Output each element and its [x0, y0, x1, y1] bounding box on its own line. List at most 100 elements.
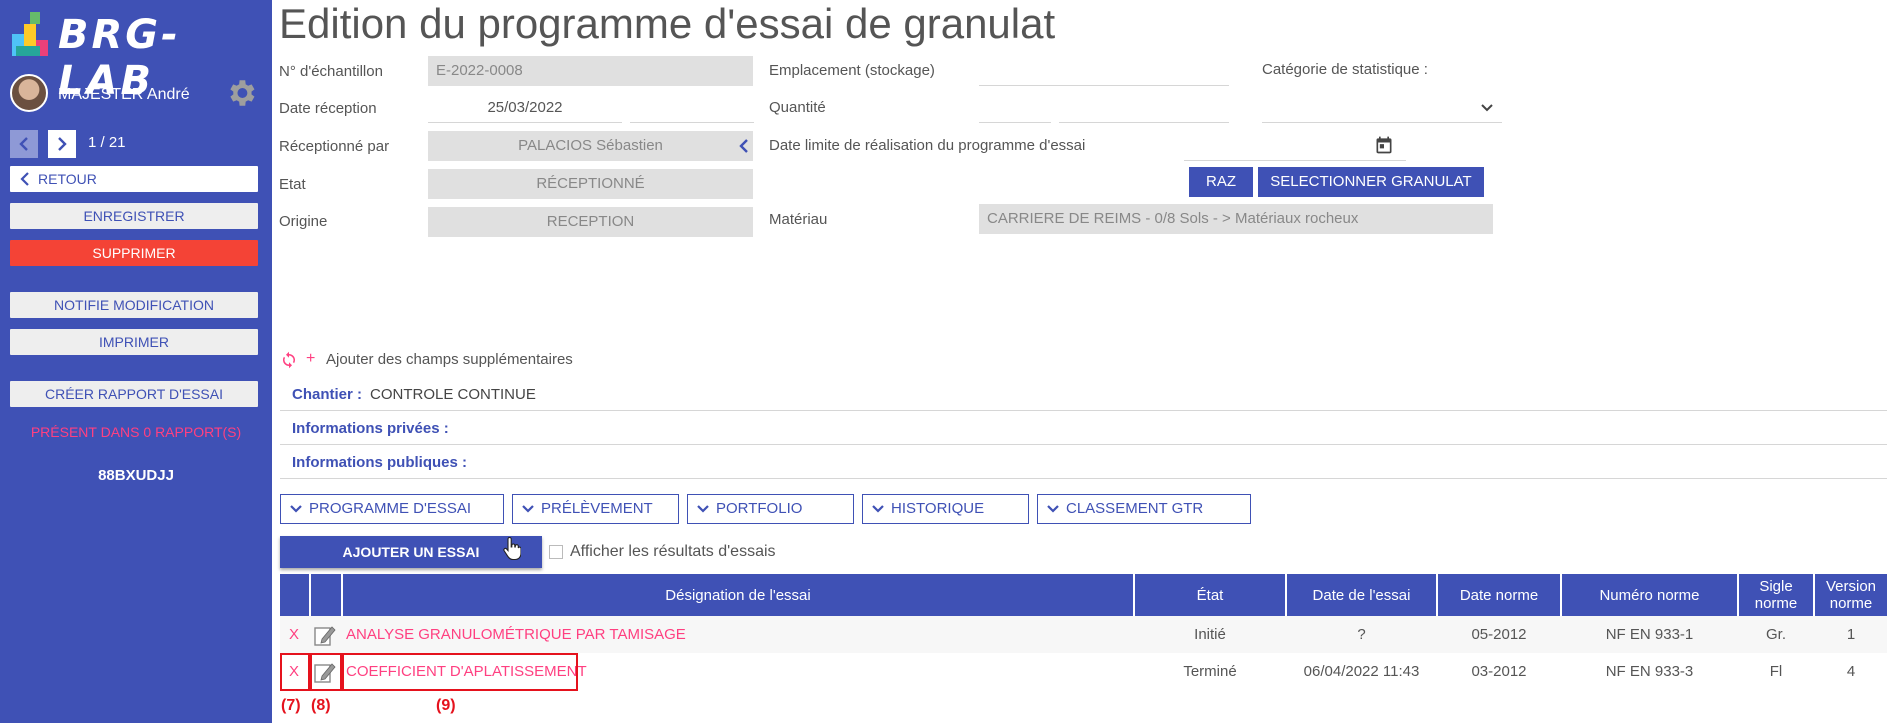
tab-label: PORTFOLIO — [716, 500, 803, 517]
delete-button[interactable]: SUPPRIMER — [10, 240, 258, 266]
chantier-row: Chantier : CONTROLE CONTINUE — [280, 378, 1887, 411]
delete-test-button[interactable]: X — [280, 616, 308, 654]
private-info-row[interactable]: Informations privées : — [280, 412, 1887, 445]
tab-historique[interactable]: HISTORIQUE — [862, 494, 1029, 524]
sample-code: 88BXUDJJ — [98, 467, 174, 484]
plus-icon[interactable]: + — [306, 350, 315, 368]
reset-button[interactable]: RAZ — [1189, 167, 1253, 197]
add-extra-fields-link[interactable]: Ajouter des champs supplémentaires — [326, 351, 573, 368]
tab-portfolio[interactable]: PORTFOLIO — [687, 494, 854, 524]
reception-time-field[interactable] — [630, 93, 754, 123]
show-results-label: Afficher les résultats d'essais — [570, 543, 776, 560]
tab-label: CLASSEMENT GTR — [1066, 500, 1204, 517]
reception-date-label: Date réception — [279, 100, 377, 117]
quantity-unit-field[interactable] — [1059, 93, 1229, 123]
report-presence-text: PRÉSENT DANS 0 RAPPORT(S) — [30, 424, 242, 440]
table-header-norm-date[interactable]: Date norme — [1438, 574, 1560, 616]
private-info-label: Informations privées : — [292, 420, 449, 437]
test-sigle: Gr. — [1765, 626, 1786, 643]
chevron-down-icon — [1047, 505, 1059, 513]
state-label: Etat — [279, 176, 306, 193]
material-field: CARRIERE DE REIMS - 0/8 Sols - > Matéria… — [979, 204, 1493, 234]
test-state: Initié — [1194, 626, 1226, 643]
quantity-field[interactable] — [979, 93, 1051, 123]
test-norm-date: 03-2012 — [1471, 663, 1527, 680]
tab-label: HISTORIQUE — [891, 500, 985, 517]
chevron-right-icon — [58, 137, 67, 151]
received-by-field[interactable]: PALACIOS Sébastien — [428, 131, 753, 161]
create-report-button[interactable]: CRÉER RAPPORT D'ESSAI — [10, 381, 258, 407]
deadline-label: Date limite de réalisation du programme … — [769, 137, 1086, 154]
chevron-down-icon — [522, 505, 534, 513]
refresh-icon[interactable] — [280, 351, 298, 369]
pager-count: 1 / 21 — [88, 134, 126, 151]
public-info-label: Informations publiques : — [292, 454, 467, 471]
quantity-label: Quantité — [769, 99, 826, 116]
chevron-down-icon — [290, 505, 302, 513]
brg-lab-logo-icon — [12, 12, 48, 56]
highlight-box-edit — [310, 653, 342, 691]
test-norm-date: 05-2012 — [1471, 626, 1527, 643]
prev-record-button[interactable] — [10, 130, 38, 158]
sidebar: BRG-LAB MAJESTER André 1 / 21 RETOUR ENR… — [0, 0, 272, 723]
chevron-down-icon — [1481, 104, 1493, 112]
save-button[interactable]: ENREGISTRER — [10, 203, 258, 229]
deadline-date-field[interactable] — [1184, 131, 1406, 161]
table-header-designation[interactable]: Désignation de l'essai — [343, 574, 1133, 616]
table-header-delete — [280, 574, 309, 616]
chantier-label: Chantier : — [292, 386, 363, 403]
tab-programme-essai[interactable]: PROGRAMME D'ESSAI — [280, 494, 504, 524]
test-state: Terminé — [1183, 663, 1237, 680]
page-title: Edition du programme d'essai de granulat — [279, 0, 1056, 47]
test-version: 1 — [1846, 626, 1856, 643]
back-label: RETOUR — [38, 171, 97, 187]
highlight-box-designation — [342, 653, 578, 691]
chevron-left-icon — [20, 172, 29, 186]
stat-category-label: Catégorie de statistique : — [1262, 61, 1428, 78]
table-header-sigle[interactable]: Sigle norme — [1739, 574, 1813, 616]
storage-location-field[interactable] — [979, 56, 1229, 86]
chevron-left-icon — [19, 137, 28, 151]
material-label: Matériau — [769, 211, 828, 228]
annotation-label: (9) — [436, 697, 456, 714]
test-norm-number: NF EN 933-1 — [1605, 626, 1694, 643]
sample-number-label: N° d'échantillon — [279, 63, 383, 80]
state-field: RÉCEPTIONNÉ — [428, 169, 753, 199]
edit-icon[interactable] — [311, 616, 339, 654]
public-info-row[interactable]: Informations publiques : — [280, 446, 1887, 479]
test-version: 4 — [1846, 663, 1856, 680]
table-header-edit — [311, 574, 341, 616]
storage-location-label: Emplacement (stockage) — [769, 62, 935, 79]
tab-label: PRÉLÈVEMENT — [541, 500, 653, 517]
chantier-value: CONTROLE CONTINUE — [370, 386, 536, 403]
calendar-icon[interactable] — [1374, 135, 1394, 155]
select-granulat-button[interactable]: SELECTIONNER GRANULAT — [1258, 167, 1484, 197]
received-by-label: Réceptionné par — [279, 138, 390, 155]
reception-date-field[interactable]: 25/03/2022 — [428, 93, 622, 123]
next-record-button[interactable] — [48, 130, 76, 158]
highlight-box-delete — [280, 653, 310, 691]
table-header-norm-number[interactable]: Numéro norme — [1562, 574, 1737, 616]
table-header-version[interactable]: Version norme — [1815, 574, 1887, 616]
tab-prelevement[interactable]: PRÉLÈVEMENT — [512, 494, 679, 524]
chevron-left-icon[interactable] — [738, 138, 750, 154]
table-header-date[interactable]: Date de l'essai — [1287, 574, 1436, 616]
test-date: ? — [1357, 626, 1366, 643]
tab-classement-gtr[interactable]: CLASSEMENT GTR — [1037, 494, 1251, 524]
user-profile: MAJESTER André — [10, 74, 260, 114]
print-button[interactable]: IMPRIMER — [10, 329, 258, 355]
notify-modification-button[interactable]: NOTIFIE MODIFICATION — [10, 292, 258, 318]
chevron-down-icon — [872, 505, 884, 513]
table-header-state[interactable]: État — [1135, 574, 1285, 616]
chevron-down-icon — [697, 505, 709, 513]
annotation-label: (7) — [281, 697, 301, 714]
test-designation-link[interactable]: ANALYSE GRANULOMÉTRIQUE PAR TAMISAGE — [346, 616, 686, 654]
stat-category-select[interactable] — [1262, 93, 1502, 123]
back-button[interactable]: RETOUR — [10, 166, 258, 192]
avatar[interactable] — [10, 74, 48, 112]
show-results-checkbox[interactable] — [549, 545, 563, 559]
test-date: 06/04/2022 11:43 — [1303, 663, 1420, 680]
origin-field: RECEPTION — [428, 207, 753, 237]
annotation-label: (8) — [311, 697, 331, 714]
gear-icon[interactable] — [224, 76, 258, 110]
